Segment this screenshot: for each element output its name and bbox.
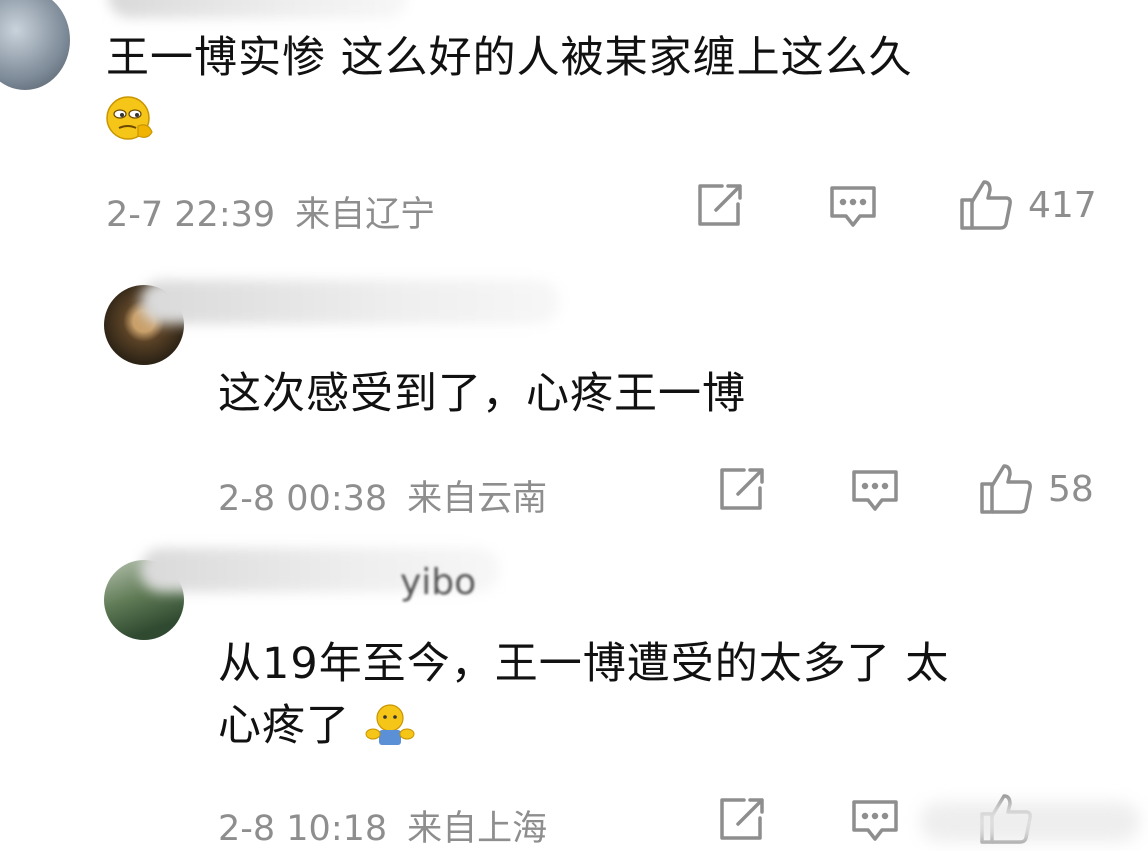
thumbs-up-icon	[980, 464, 1032, 514]
reply-button[interactable]	[850, 798, 900, 844]
comment-2: 这次感受到了，心疼王一博 2-8 00:38 来自云南 58	[0, 270, 1148, 540]
comment-meta: 2-8 00:38 来自云南	[218, 470, 547, 521]
comment-icon	[852, 800, 898, 841]
comment-text-line-1: 从19年至今，王一博遭受的太多了 太	[218, 639, 950, 689]
like-button[interactable]: 58	[978, 462, 1094, 516]
like-count: 417	[1028, 184, 1097, 226]
avatar[interactable]	[0, 0, 70, 90]
username[interactable]	[108, 0, 408, 18]
timestamp: 2-8 00:38	[218, 479, 388, 519]
timestamp: 2-8 10:18	[218, 809, 388, 849]
thinking-face-emoji	[104, 94, 158, 144]
timestamp: 2-7 22:39	[106, 195, 276, 235]
share-icon	[698, 184, 742, 226]
comment-icon	[830, 186, 876, 227]
region-label: 来自上海	[407, 809, 548, 849]
share-button[interactable]	[696, 182, 744, 228]
username[interactable]	[140, 280, 560, 324]
comment-meta: 2-7 22:39 来自辽宁	[106, 186, 435, 237]
share-button[interactable]	[718, 466, 766, 512]
reply-button[interactable]	[828, 184, 878, 230]
share-icon	[720, 468, 764, 510]
reply-button[interactable]	[850, 468, 900, 514]
comment-text-line-2-row: 心疼了	[218, 696, 618, 756]
like-count: 58	[1048, 468, 1094, 510]
share-button[interactable]	[718, 796, 766, 842]
share-icon	[720, 798, 764, 840]
hug-emoji	[365, 702, 415, 748]
like-button[interactable]: 417	[958, 178, 1097, 232]
username-visible-part: yibo	[400, 562, 477, 603]
comment-text-content: 王一博实惨 这么好的人被某家缠上这么久	[106, 33, 913, 83]
comment-icon	[852, 470, 898, 511]
thumbs-up-icon	[960, 180, 1012, 230]
comment-text: 王一博实惨 这么好的人被某家缠上这么久	[106, 28, 1126, 88]
watermark-blur	[920, 802, 1140, 842]
region-label: 来自云南	[407, 479, 548, 519]
comment-text-line-2: 心疼了	[218, 701, 350, 751]
comment-3: yibo 从19年至今，王一博遭受的太多了 太 心疼了 2-8 10:18 来自上…	[0, 540, 1148, 851]
comment-text: 这次感受到了，心疼王一博	[218, 364, 1118, 424]
comment-1: 王一博实惨 这么好的人被某家缠上这么久 2-7 22:39 来自辽宁 417	[0, 0, 1148, 250]
comment-text-content: 这次感受到了，心疼王一博	[218, 369, 746, 419]
comment-meta: 2-8 10:18 来自上海	[218, 800, 547, 851]
region-label: 来自辽宁	[295, 195, 436, 235]
comment-text: 从19年至今，王一博遭受的太多了 太	[218, 634, 1118, 694]
